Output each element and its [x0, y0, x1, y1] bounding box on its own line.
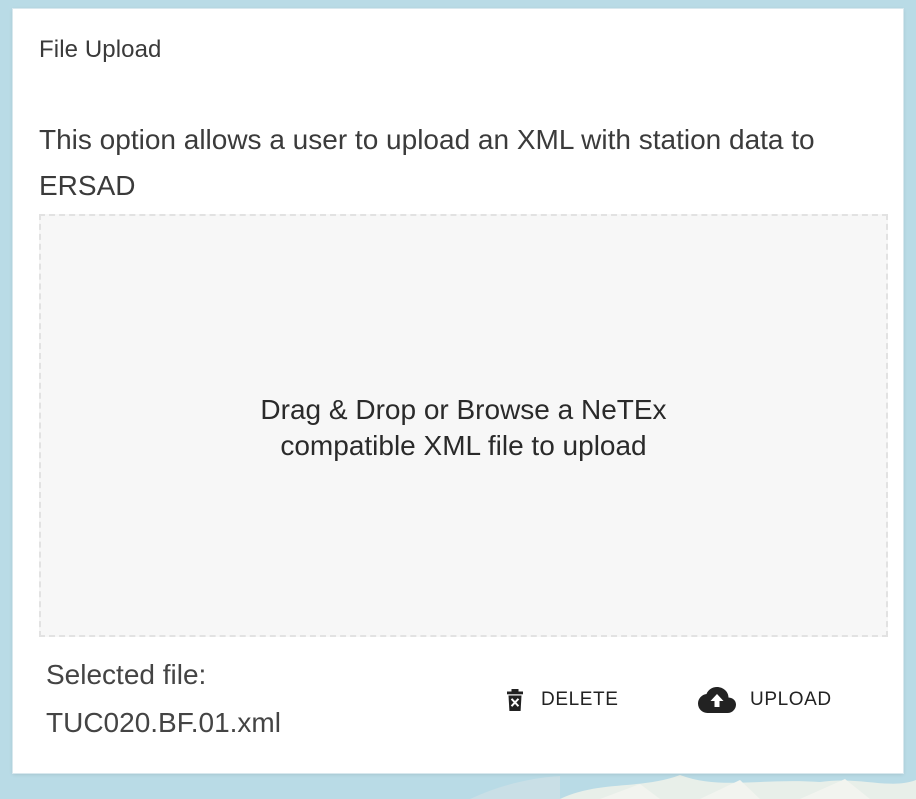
trash-x-icon [507, 689, 523, 711]
selected-file-info: Selected file: TUC020.BF.01.xml [46, 651, 281, 747]
selected-file-name: TUC020.BF.01.xml [46, 707, 281, 738]
upload-button[interactable]: UPLOAD [698, 679, 832, 721]
delete-button[interactable]: DELETE [507, 679, 619, 721]
upload-button-label: UPLOAD [750, 689, 832, 710]
delete-button-label: DELETE [541, 689, 619, 710]
cloud-upload-icon [698, 687, 736, 713]
panel-description: This option allows a user to upload an X… [39, 124, 815, 201]
file-upload-panel: File Upload This option allows a user to… [13, 9, 903, 773]
file-drop-zone[interactable]: Drag & Drop or Browse a NeTEx compatible… [39, 214, 888, 637]
selected-file-label: Selected file: [46, 659, 207, 690]
drop-zone-text: Drag & Drop or Browse a NeTEx compatible… [260, 393, 667, 461]
panel-title: File Upload [39, 36, 162, 63]
